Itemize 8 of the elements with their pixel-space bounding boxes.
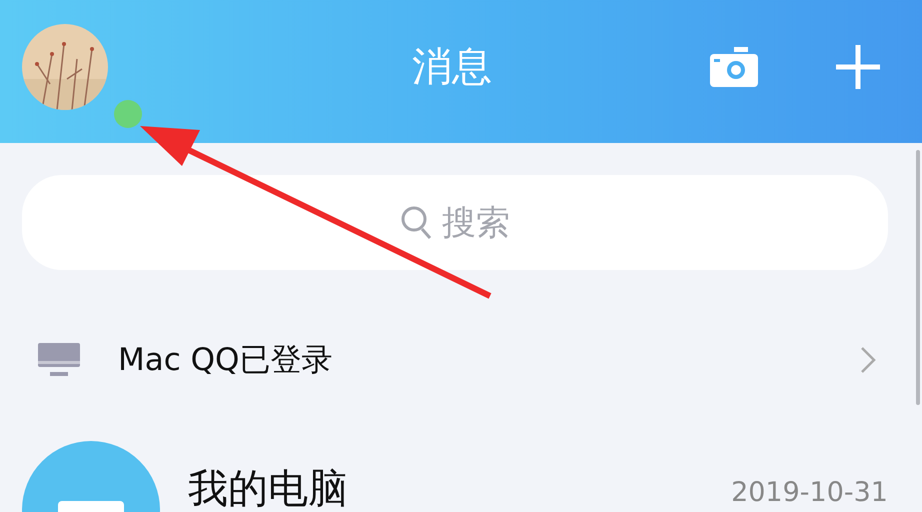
camera-icon[interactable] — [710, 46, 758, 86]
device-login-label[interactable]: Mac QQ已登录 — [118, 339, 860, 381]
monitor-icon — [38, 343, 80, 377]
contact-name[interactable]: 我的电脑 — [188, 461, 732, 512]
chevron-icon[interactable] — [860, 346, 876, 374]
message-time: 2019-10-31 — [731, 477, 888, 508]
plus-icon[interactable] — [834, 42, 882, 90]
page-title: 消息 — [412, 43, 492, 92]
